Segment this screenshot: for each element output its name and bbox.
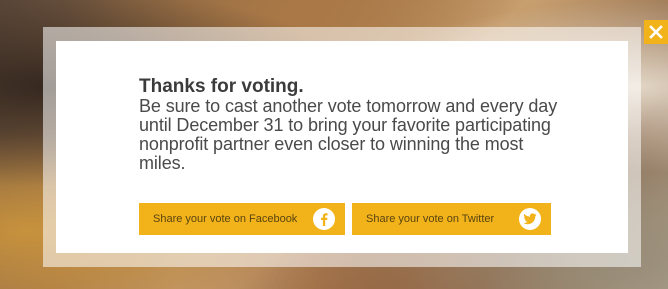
- twitter-icon: [519, 208, 541, 230]
- facebook-icon: [313, 208, 335, 230]
- modal-message: Be sure to cast another vote tomorrow an…: [139, 96, 558, 173]
- close-icon: [649, 25, 663, 39]
- share-twitter-label: Share your vote on Twitter: [366, 213, 495, 225]
- share-twitter-button[interactable]: Share your vote on Twitter: [352, 203, 551, 235]
- modal-title: Thanks for voting.: [139, 76, 304, 97]
- close-button[interactable]: [644, 20, 668, 44]
- share-facebook-label: Share your vote on Facebook: [153, 213, 298, 225]
- share-buttons: Share your vote on Facebook Share your v…: [139, 203, 551, 235]
- share-facebook-button[interactable]: Share your vote on Facebook: [139, 203, 345, 235]
- modal-panel: Thanks for voting. Be sure to cast anoth…: [56, 41, 628, 253]
- vote-confirmation-modal: Thanks for voting. Be sure to cast anoth…: [43, 27, 641, 267]
- modal-content: Thanks for voting. Be sure to cast anoth…: [139, 76, 559, 173]
